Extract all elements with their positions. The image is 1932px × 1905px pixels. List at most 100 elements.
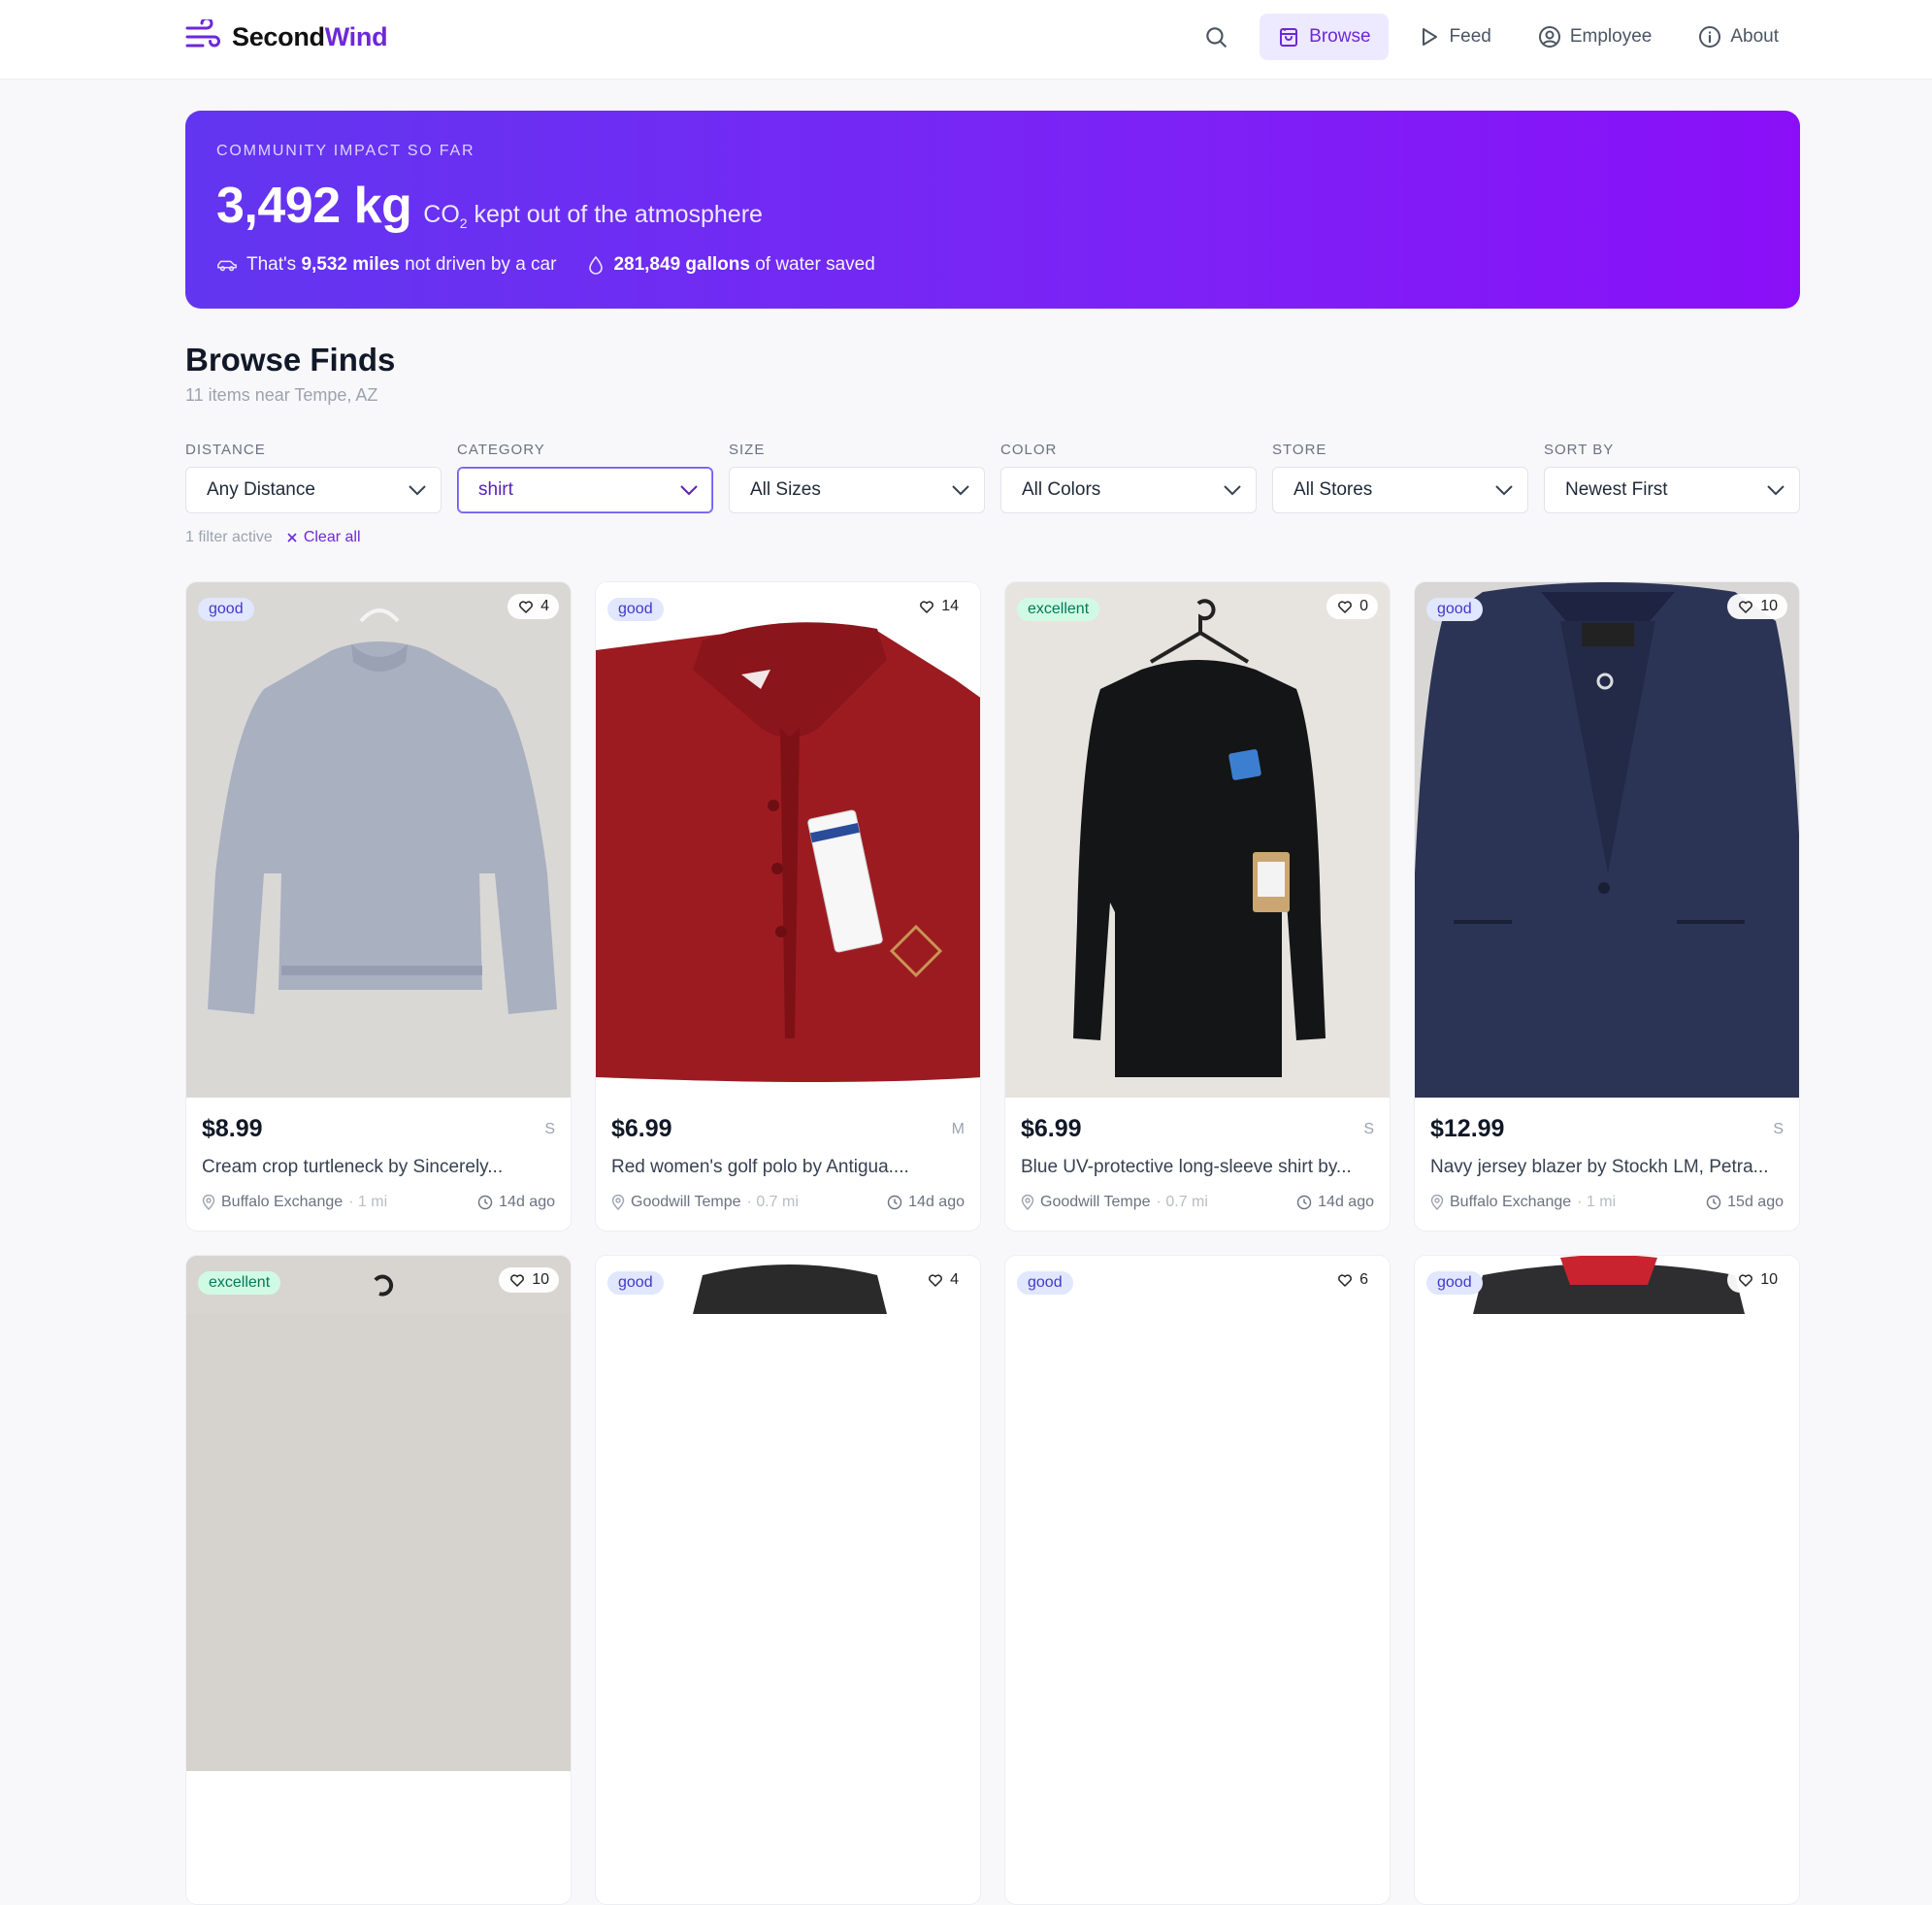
product-size: S <box>544 1120 555 1137</box>
store-name: Buffalo Exchange <box>1450 1194 1572 1210</box>
product-size: M <box>951 1120 965 1137</box>
posted-time-label: 14d ago <box>908 1194 965 1210</box>
user-circle-icon <box>1538 26 1560 48</box>
product-card[interactable]: good 10 $12.99 S Navy jersey blazer by S… <box>1414 581 1800 1232</box>
product-card[interactable]: good 4 $8.99 S Cream crop turtleneck by … <box>185 581 572 1232</box>
main-nav: Browse Feed Employee About <box>1190 14 1796 60</box>
impact-stats: That's 9,532 miles not driven by a car 2… <box>216 254 875 276</box>
brand-logo[interactable]: SecondWind <box>185 19 388 54</box>
condition-badge: good <box>1426 598 1483 621</box>
like-button[interactable]: 6 <box>1326 1267 1378 1293</box>
posted-time-label: 14d ago <box>1318 1194 1374 1210</box>
product-size: S <box>1773 1120 1784 1137</box>
color-select[interactable]: All Colors <box>1000 467 1257 513</box>
impact-headline: 3,492 kg CO2 kept out of the atmosphere <box>216 177 763 235</box>
filter-label: COLOR <box>1000 442 1058 458</box>
impact-amount: 3,492 kg <box>216 178 412 234</box>
like-count: 10 <box>532 1271 549 1288</box>
active-filter-count: 1 filter active <box>185 529 273 545</box>
like-button[interactable]: 0 <box>1326 594 1378 619</box>
store-location: Goodwill Tempe · 0.7 mi <box>1021 1194 1208 1211</box>
water-stat: 281,849 gallons of water saved <box>587 254 875 276</box>
posted-time: 15d ago <box>1706 1194 1784 1211</box>
filter-label: SIZE <box>729 442 766 458</box>
store-select[interactable]: All Stores <box>1272 467 1528 513</box>
product-grid: good 4 $8.99 S Cream crop turtleneck by … <box>185 581 1800 1905</box>
like-button[interactable]: 10 <box>1727 1267 1787 1293</box>
product-card[interactable]: excellent 0 $6.99 S Blue UV-protective l… <box>1004 581 1391 1232</box>
water-drop-icon <box>589 255 604 275</box>
like-button[interactable]: 4 <box>508 594 559 619</box>
category-filter: CATEGORY shirt <box>457 442 713 513</box>
nav-employee[interactable]: Employee <box>1521 14 1670 60</box>
chevron-down-icon <box>1495 485 1513 496</box>
like-button[interactable]: 14 <box>908 594 968 619</box>
search-button[interactable] <box>1190 14 1242 60</box>
chevron-down-icon <box>409 485 426 496</box>
sort-filter: SORT BY Newest First <box>1544 442 1800 513</box>
heart-icon <box>510 1274 525 1287</box>
product-card[interactable]: good 14 $6.99 M Red women's golf polo by… <box>595 581 981 1232</box>
like-count: 4 <box>950 1271 959 1288</box>
color-filter: COLOR All Colors <box>1000 442 1257 513</box>
size-select[interactable]: All Sizes <box>729 467 985 513</box>
nav-employee-label: Employee <box>1569 26 1653 47</box>
product-card[interactable]: excellent 10 <box>185 1255 572 1905</box>
like-count: 4 <box>540 598 549 614</box>
product-photo: good 4 <box>186 582 571 1098</box>
product-card[interactable]: good 10 <box>1414 1255 1800 1905</box>
close-icon <box>287 533 297 542</box>
clock-icon <box>1296 1195 1312 1210</box>
store-distance: · 1 mi <box>348 1194 388 1210</box>
heart-icon <box>1338 601 1353 613</box>
posted-time: 14d ago <box>477 1194 555 1211</box>
product-card[interactable]: good 4 <box>595 1255 981 1905</box>
store-location: Buffalo Exchange · 1 mi <box>202 1194 387 1211</box>
page-title: Browse Finds <box>185 342 396 378</box>
nav-feed[interactable]: Feed <box>1400 14 1509 60</box>
filter-label: CATEGORY <box>457 442 545 458</box>
product-card[interactable]: good 6 <box>1004 1255 1391 1905</box>
product-title: Blue UV-protective long-sleeve shirt by.… <box>1021 1157 1352 1177</box>
store-filter: STORE All Stores <box>1272 442 1528 513</box>
info-icon <box>1699 26 1721 48</box>
product-photo: good 10 <box>1415 582 1799 1098</box>
heart-icon <box>920 601 934 613</box>
map-pin-icon <box>202 1195 215 1210</box>
product-photo: excellent 10 <box>186 1256 571 1771</box>
product-price: $6.99 <box>611 1115 672 1142</box>
chevron-down-icon <box>1224 485 1241 496</box>
filter-status: 1 filter active Clear all <box>185 529 361 546</box>
nav-browse[interactable]: Browse <box>1260 14 1389 60</box>
like-button[interactable]: 10 <box>499 1267 559 1293</box>
impact-description: CO2 kept out of the atmosphere <box>423 201 763 231</box>
size-filter: SIZE All Sizes <box>729 442 985 513</box>
search-icon <box>1206 27 1228 48</box>
sort-select[interactable]: Newest First <box>1544 467 1800 513</box>
price-row: $8.99 S <box>202 1115 555 1143</box>
nav-browse-label: Browse <box>1309 26 1371 47</box>
like-count: 0 <box>1359 598 1368 614</box>
store-name: Goodwill Tempe <box>631 1194 741 1210</box>
like-button[interactable]: 4 <box>917 1267 968 1293</box>
store-distance: · 0.7 mi <box>746 1194 799 1210</box>
product-price: $12.99 <box>1430 1115 1505 1142</box>
like-count: 6 <box>1359 1271 1368 1288</box>
condition-badge: good <box>1426 1271 1483 1295</box>
product-photo: good 4 <box>596 1256 980 1771</box>
condition-badge: good <box>198 598 254 621</box>
store-distance: · 1 mi <box>1577 1194 1617 1210</box>
distance-select[interactable]: Any Distance <box>185 467 442 513</box>
product-meta: Goodwill Tempe · 0.7 mi 14d ago <box>611 1194 965 1211</box>
product-meta: Buffalo Exchange · 1 mi 14d ago <box>202 1194 555 1211</box>
like-button[interactable]: 10 <box>1727 594 1787 619</box>
product-photo: good 6 <box>1005 1256 1390 1771</box>
shopping-bag-icon <box>1280 28 1298 47</box>
long-sleeve-shirt-image <box>1005 582 1390 1098</box>
clear-all-button[interactable]: Clear all <box>286 529 361 546</box>
condition-badge: good <box>1017 1271 1073 1295</box>
impact-banner: COMMUNITY IMPACT SO FAR 3,492 kg CO2 kep… <box>185 111 1800 309</box>
posted-time-label: 14d ago <box>499 1194 555 1210</box>
nav-about[interactable]: About <box>1681 14 1796 60</box>
category-select[interactable]: shirt <box>457 467 713 513</box>
